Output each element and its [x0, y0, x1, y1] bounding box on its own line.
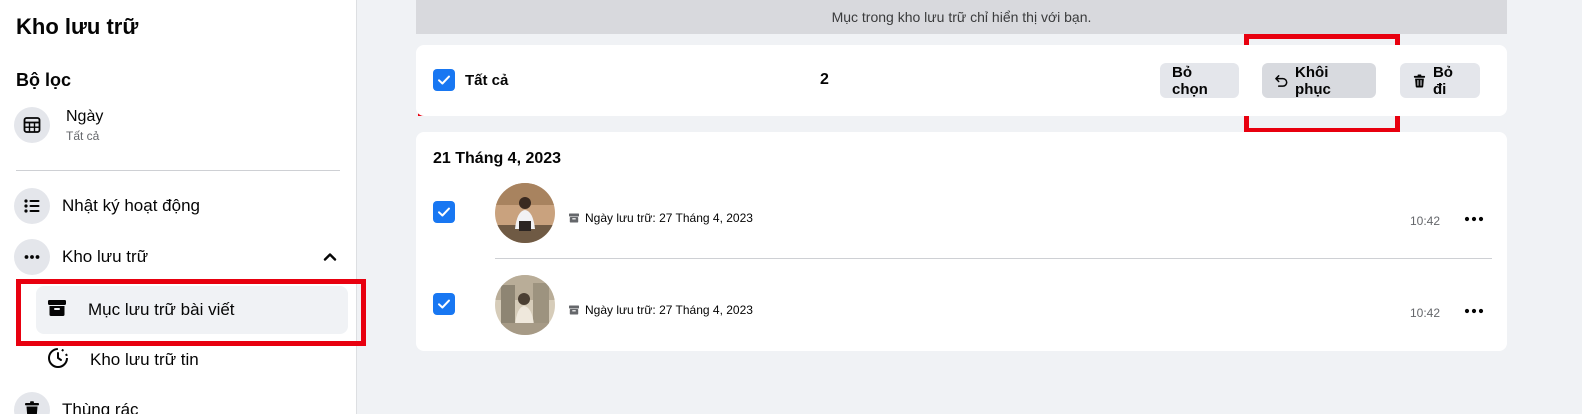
post-thumbnail [495, 183, 555, 243]
list-icon [14, 188, 50, 224]
sidebar-divider [16, 170, 340, 171]
select-all-label: Tất cả [465, 71, 509, 89]
sidebar-item-label: Nhật ký hoạt động [62, 196, 200, 215]
archive-box-icon [46, 297, 68, 324]
archive-date: Ngày lưu trữ: 27 Tháng 4, 2023 [568, 303, 753, 317]
sidebar-item-label: Mục lưu trữ bài viết [88, 300, 235, 319]
clock-history-icon [46, 346, 70, 375]
privacy-banner: Mục trong kho lưu trữ chỉ hiển thị với b… [416, 0, 1507, 34]
sidebar-item-label: Thùng rác [62, 400, 139, 414]
sidebar-item-story-archive[interactable]: Kho lưu trữ tin [36, 336, 348, 384]
item-time: 10:42 [1410, 214, 1441, 228]
item-checkbox[interactable] [433, 201, 455, 223]
more-icon [14, 239, 50, 275]
sidebar-item-post-archive[interactable]: Mục lưu trữ bài viết [36, 286, 348, 334]
chevron-up-icon[interactable] [320, 247, 340, 272]
restore-button-label: Khôi phục [1295, 63, 1331, 98]
item-time: 10:42 [1410, 306, 1441, 320]
date-filter-value: Tất cả [66, 128, 100, 143]
undo-icon [1275, 74, 1288, 87]
archived-items-list: 21 Tháng 4, 2023 Ngày lưu trữ: 27 Tháng … [416, 132, 1507, 351]
checkbox-checked-icon [433, 69, 455, 91]
trash-icon [14, 392, 50, 414]
sidebar-item-trash[interactable]: Thùng rác [14, 392, 344, 414]
remove-button[interactable]: Bỏ đi [1400, 63, 1480, 98]
sidebar-item-label: Kho lưu trữ tin [90, 350, 199, 369]
list-item[interactable]: Ngày lưu trữ: 27 Tháng 4, 2023 10:42 [416, 182, 1507, 262]
group-date-heading: 21 Tháng 4, 2023 [433, 150, 562, 167]
remove-button-label: Bỏ đi [1432, 63, 1453, 98]
selection-toolbar: Tất cả 2 Bỏ chọn Khôi phục Bỏ đi [416, 45, 1507, 116]
archive-date: Ngày lưu trữ: 27 Tháng 4, 2023 [568, 211, 753, 225]
sidebar-item-activity-log[interactable]: Nhật ký hoạt động [14, 188, 344, 224]
selected-count: 2 [820, 71, 829, 88]
sidebar-title: Kho lưu trữ [16, 14, 139, 39]
deselect-button-label: Bỏ chọn [1172, 63, 1208, 98]
row-divider [495, 258, 1492, 259]
more-options-icon[interactable] [1462, 301, 1486, 321]
calendar-icon [14, 107, 50, 143]
archive-box-icon [569, 305, 579, 315]
more-options-icon[interactable] [1462, 209, 1486, 229]
list-item[interactable]: Ngày lưu trữ: 27 Tháng 4, 2023 10:42 [416, 274, 1507, 354]
restore-button[interactable]: Khôi phục [1262, 63, 1376, 98]
date-filter-label: Ngày [66, 107, 104, 125]
date-filter[interactable]: Ngày Tất cả [14, 107, 103, 143]
archive-date-text: Ngày lưu trữ: 27 Tháng 4, 2023 [585, 211, 753, 225]
sidebar: Kho lưu trữ Bộ lọc Ngày Tất cả Nhật ký h… [0, 0, 357, 414]
trash-icon [1413, 73, 1426, 87]
item-checkbox[interactable] [433, 293, 455, 315]
deselect-button[interactable]: Bỏ chọn [1160, 63, 1239, 98]
archive-date-text: Ngày lưu trữ: 27 Tháng 4, 2023 [585, 303, 753, 317]
select-all-checkbox[interactable]: Tất cả [433, 69, 508, 91]
filter-heading: Bộ lọc [16, 70, 72, 90]
post-thumbnail [495, 275, 555, 335]
archive-box-icon [569, 213, 579, 223]
sidebar-item-label: Kho lưu trữ [62, 247, 149, 266]
sidebar-item-archive[interactable]: Kho lưu trữ [14, 239, 344, 275]
